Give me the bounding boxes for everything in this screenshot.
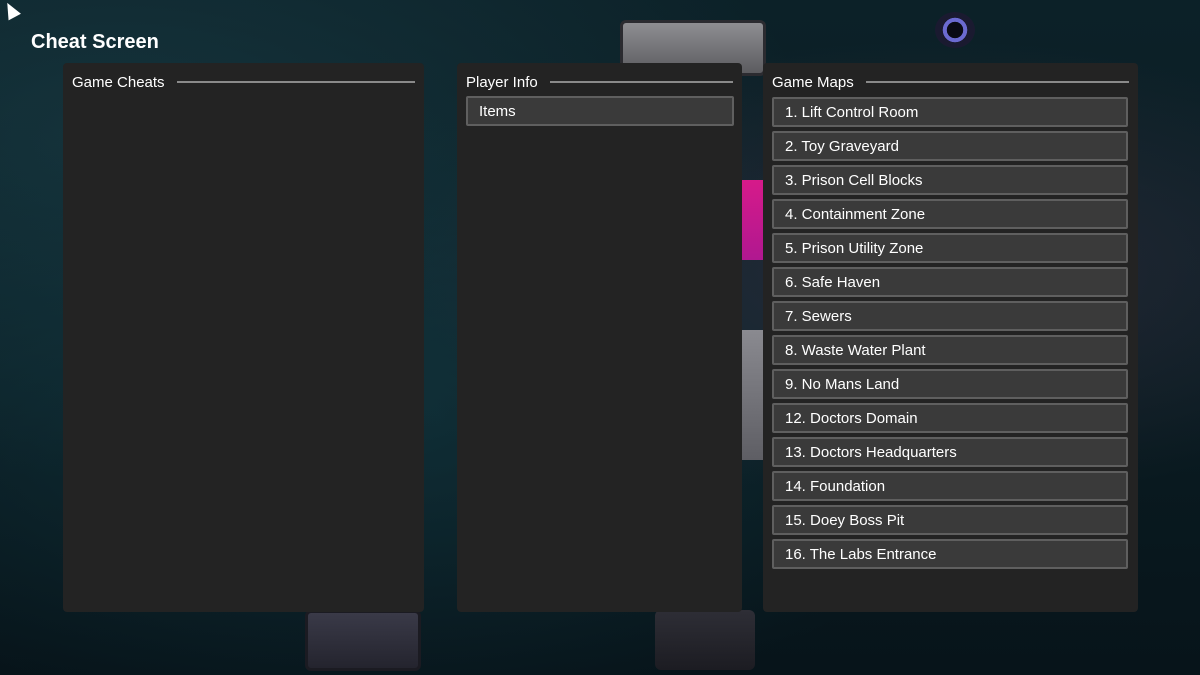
map-button-the-labs-entrance[interactable]: 16. The Labs Entrance (772, 539, 1128, 569)
map-button-waste-water-plant[interactable]: 8. Waste Water Plant (772, 335, 1128, 365)
map-button-prison-utility-zone[interactable]: 5. Prison Utility Zone (772, 233, 1128, 263)
map-button-sewers[interactable]: 7. Sewers (772, 301, 1128, 331)
game-cheats-title: Game Cheats (72, 73, 165, 91)
game-maps-panel: Game Maps 1. Lift Control Room 2. Toy Gr… (763, 63, 1138, 612)
map-button-toy-graveyard[interactable]: 2. Toy Graveyard (772, 131, 1128, 161)
game-cheats-header: Game Cheats (72, 73, 415, 91)
background-tv-bottom-right (655, 610, 755, 670)
map-button-lift-control-room[interactable]: 1. Lift Control Room (772, 97, 1128, 127)
background-tv-bottom (305, 610, 421, 671)
background-eye (935, 12, 975, 48)
header-divider (865, 81, 1129, 83)
game-maps-header: Game Maps (772, 73, 1129, 91)
map-button-safe-haven[interactable]: 6. Safe Haven (772, 267, 1128, 297)
map-button-foundation[interactable]: 14. Foundation (772, 471, 1128, 501)
map-button-no-mans-land[interactable]: 9. No Mans Land (772, 369, 1128, 399)
header-divider (176, 81, 415, 83)
map-button-doey-boss-pit[interactable]: 15. Doey Boss Pit (772, 505, 1128, 535)
game-maps-title: Game Maps (772, 73, 854, 91)
map-button-doctors-headquarters[interactable]: 13. Doctors Headquarters (772, 437, 1128, 467)
mouse-cursor-icon (1, 0, 21, 21)
map-button-prison-cell-blocks[interactable]: 3. Prison Cell Blocks (772, 165, 1128, 195)
map-button-doctors-domain[interactable]: 12. Doctors Domain (772, 403, 1128, 433)
header-divider (549, 81, 733, 83)
player-info-panel: Player Info Items (457, 63, 742, 612)
player-info-header: Player Info (466, 73, 733, 91)
page-title: Cheat Screen (31, 31, 159, 53)
items-button[interactable]: Items (466, 96, 734, 126)
game-cheats-panel: Game Cheats (63, 63, 424, 612)
player-info-title: Player Info (466, 73, 538, 91)
map-button-containment-zone[interactable]: 4. Containment Zone (772, 199, 1128, 229)
